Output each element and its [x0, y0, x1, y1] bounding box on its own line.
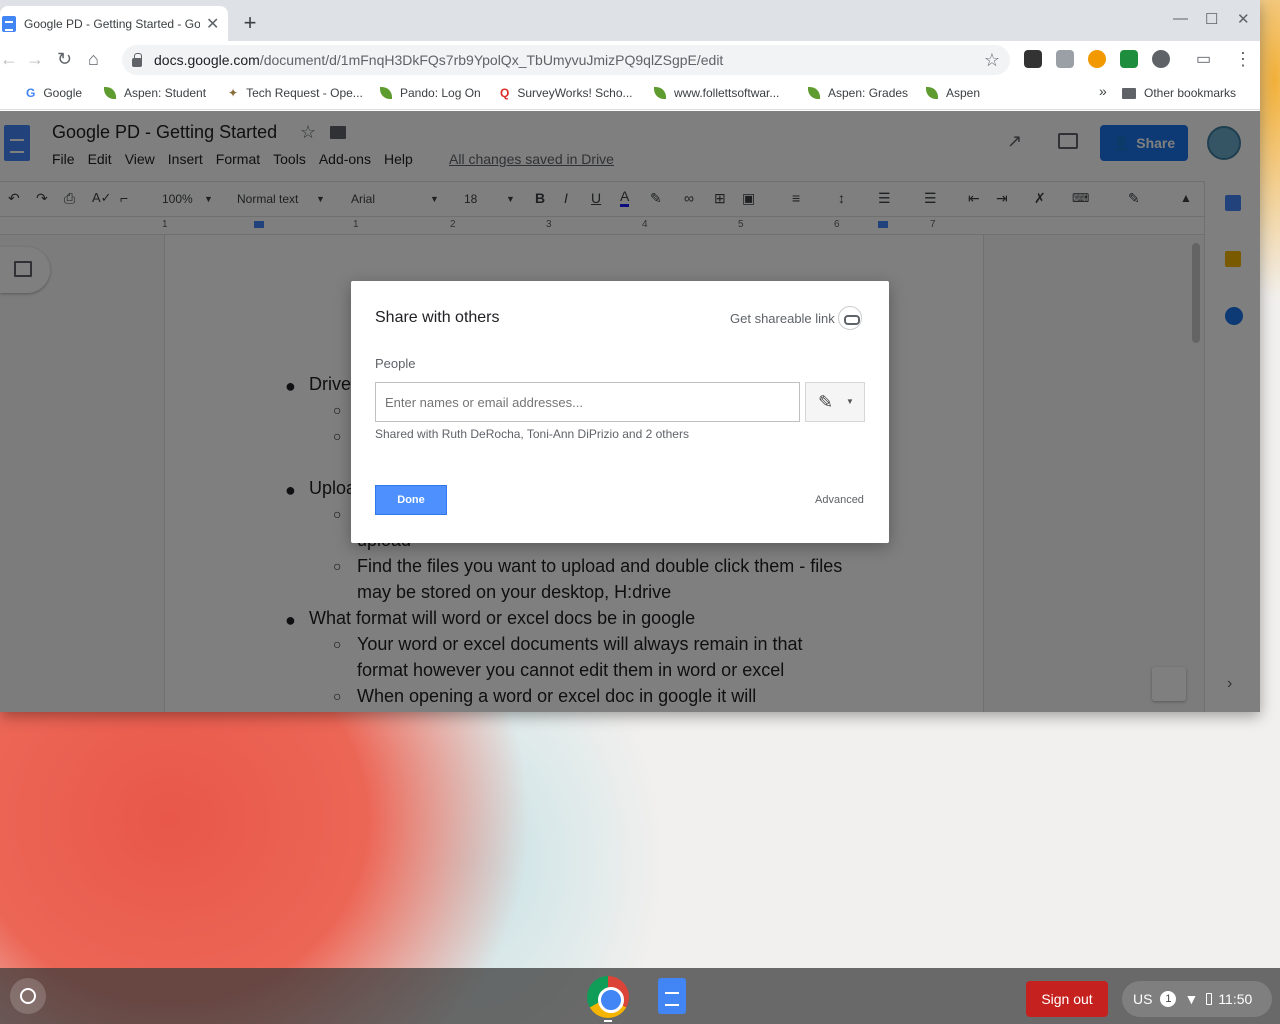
bookmark-pando[interactable]: Pando: Log On	[380, 86, 481, 100]
get-shareable-link[interactable]: Get shareable link	[730, 311, 835, 326]
new-tab-button[interactable]: +	[240, 10, 260, 36]
bookmark-star-icon[interactable]: ☆	[984, 50, 1000, 71]
folder-icon	[1122, 87, 1136, 99]
bookmark-surveyworks[interactable]: Q SurveyWorks! Scho...	[500, 86, 633, 100]
extension-circle-icon[interactable]	[1152, 50, 1170, 68]
browser-window: Google PD - Getting Started - Google Doc…	[0, 0, 1260, 712]
lock-icon	[132, 52, 142, 67]
bookmark-label: SurveyWorks! Scho...	[517, 86, 633, 100]
notification-badge: 1	[1160, 991, 1177, 1007]
bookmark-label: Aspen: Grades	[828, 86, 909, 100]
bookmark-tech-request[interactable]: ✦ Tech Request - Ope...	[228, 86, 363, 100]
url-domain: docs.google.com	[154, 52, 260, 68]
eagle-icon: ✦	[228, 86, 239, 100]
chromeos-shelf: Sign out US 1 ▼ 11:50	[0, 968, 1280, 1024]
google-g-icon: G	[26, 86, 36, 100]
maximize-icon[interactable]: ☐	[1205, 10, 1218, 28]
extension-on-icon[interactable]	[1088, 50, 1106, 68]
q-logo-icon: Q	[500, 86, 510, 100]
launcher-button[interactable]	[10, 978, 46, 1014]
other-bookmarks[interactable]: Other bookmarks	[1122, 86, 1236, 100]
tab-google-docs[interactable]: Google PD - Getting Started - Google Doc…	[0, 6, 228, 41]
google-docs-icon[interactable]	[658, 978, 686, 1014]
permission-dropdown[interactable]: ✎ ▼	[805, 382, 865, 422]
bookmark-label: Aspen	[946, 86, 981, 100]
link-icon[interactable]	[838, 306, 862, 330]
extension-copy-icon[interactable]	[1056, 50, 1074, 68]
minimize-icon[interactable]: —	[1173, 10, 1188, 27]
tab-strip: Google PD - Getting Started - Google Doc…	[0, 0, 1260, 41]
close-window-icon[interactable]: ✕	[1237, 10, 1250, 28]
dropdown-arrow-icon: ▼	[846, 397, 854, 406]
bookmark-aspen-student[interactable]: Aspen: Student	[104, 86, 206, 100]
people-input[interactable]	[375, 382, 800, 422]
extension-camera-icon[interactable]	[1024, 50, 1042, 68]
clock: 11:50	[1218, 991, 1253, 1007]
bookmark-label: Aspen: Student	[124, 86, 207, 100]
close-tab-icon[interactable]: ✕	[206, 14, 219, 34]
advanced-link[interactable]: Advanced	[815, 494, 864, 506]
cast-icon[interactable]: ▭	[1196, 49, 1211, 69]
shared-with-summary[interactable]: Shared with Ruth DeRocha, Toni-Ann DiPri…	[375, 427, 689, 441]
bookmark-aspen[interactable]: Aspen	[926, 86, 980, 100]
share-dialog: Share with others Get shareable link Peo…	[351, 281, 889, 543]
status-tray[interactable]: US 1 ▼ 11:50	[1122, 981, 1272, 1017]
extension-rss-icon[interactable]	[1120, 50, 1138, 68]
browser-toolbar: ← → ↻ ⌂ docs.google.com /document/d/1mFn…	[0, 41, 1260, 78]
follett-leaf-icon	[654, 87, 666, 99]
aspen-grades-leaf-icon	[808, 87, 820, 99]
chrome-menu-icon[interactable]: ⋮	[1234, 49, 1252, 70]
bookmark-label: Pando: Log On	[400, 86, 481, 100]
people-label: People	[375, 356, 416, 371]
pando-leaf-icon	[380, 87, 392, 99]
battery-icon	[1206, 993, 1213, 1005]
bookmark-label: Tech Request - Ope...	[246, 86, 363, 100]
bookmark-label: Google	[43, 86, 83, 100]
running-indicator	[604, 1020, 612, 1022]
forward-icon[interactable]: →	[26, 49, 44, 70]
aspen-leaf-icon	[104, 87, 116, 99]
sign-out-button[interactable]: Sign out	[1026, 981, 1108, 1017]
bookmarks-bar: G Google Aspen: Student ✦ Tech Request - O…	[0, 78, 1260, 110]
bookmark-label: Other bookmarks	[1144, 86, 1237, 100]
bookmark-google[interactable]: G Google	[26, 86, 82, 100]
tab-title: Google PD - Getting Started - Google Doc…	[24, 16, 200, 31]
done-button[interactable]: Done	[375, 485, 447, 515]
chrome-icon[interactable]	[587, 976, 629, 1018]
bookmark-follett[interactable]: www.follettsoftwar...	[654, 86, 779, 100]
pencil-icon: ✎	[818, 392, 834, 412]
home-icon[interactable]: ⌂	[88, 49, 99, 70]
dialog-title: Share with others	[375, 309, 500, 326]
aspen-leaf-icon	[926, 87, 938, 99]
url-path: /document/d/1mFnqH3DkFQs7rb9YpolQx_TbUmy…	[259, 52, 724, 68]
ime-indicator: US	[1133, 991, 1153, 1007]
wifi-icon: ▼	[1184, 991, 1199, 1007]
back-icon[interactable]: ←	[0, 49, 18, 70]
bookmark-aspen-grades[interactable]: Aspen: Grades	[808, 86, 908, 100]
more-bookmarks-icon[interactable]: »	[1099, 83, 1107, 99]
reload-icon[interactable]: ↻	[57, 49, 72, 70]
bookmark-label: www.follettsoftwar...	[674, 86, 780, 100]
docs-favicon-icon	[2, 15, 16, 32]
address-bar[interactable]: docs.google.com /document/d/1mFnqH3DkFQs…	[122, 45, 1010, 75]
